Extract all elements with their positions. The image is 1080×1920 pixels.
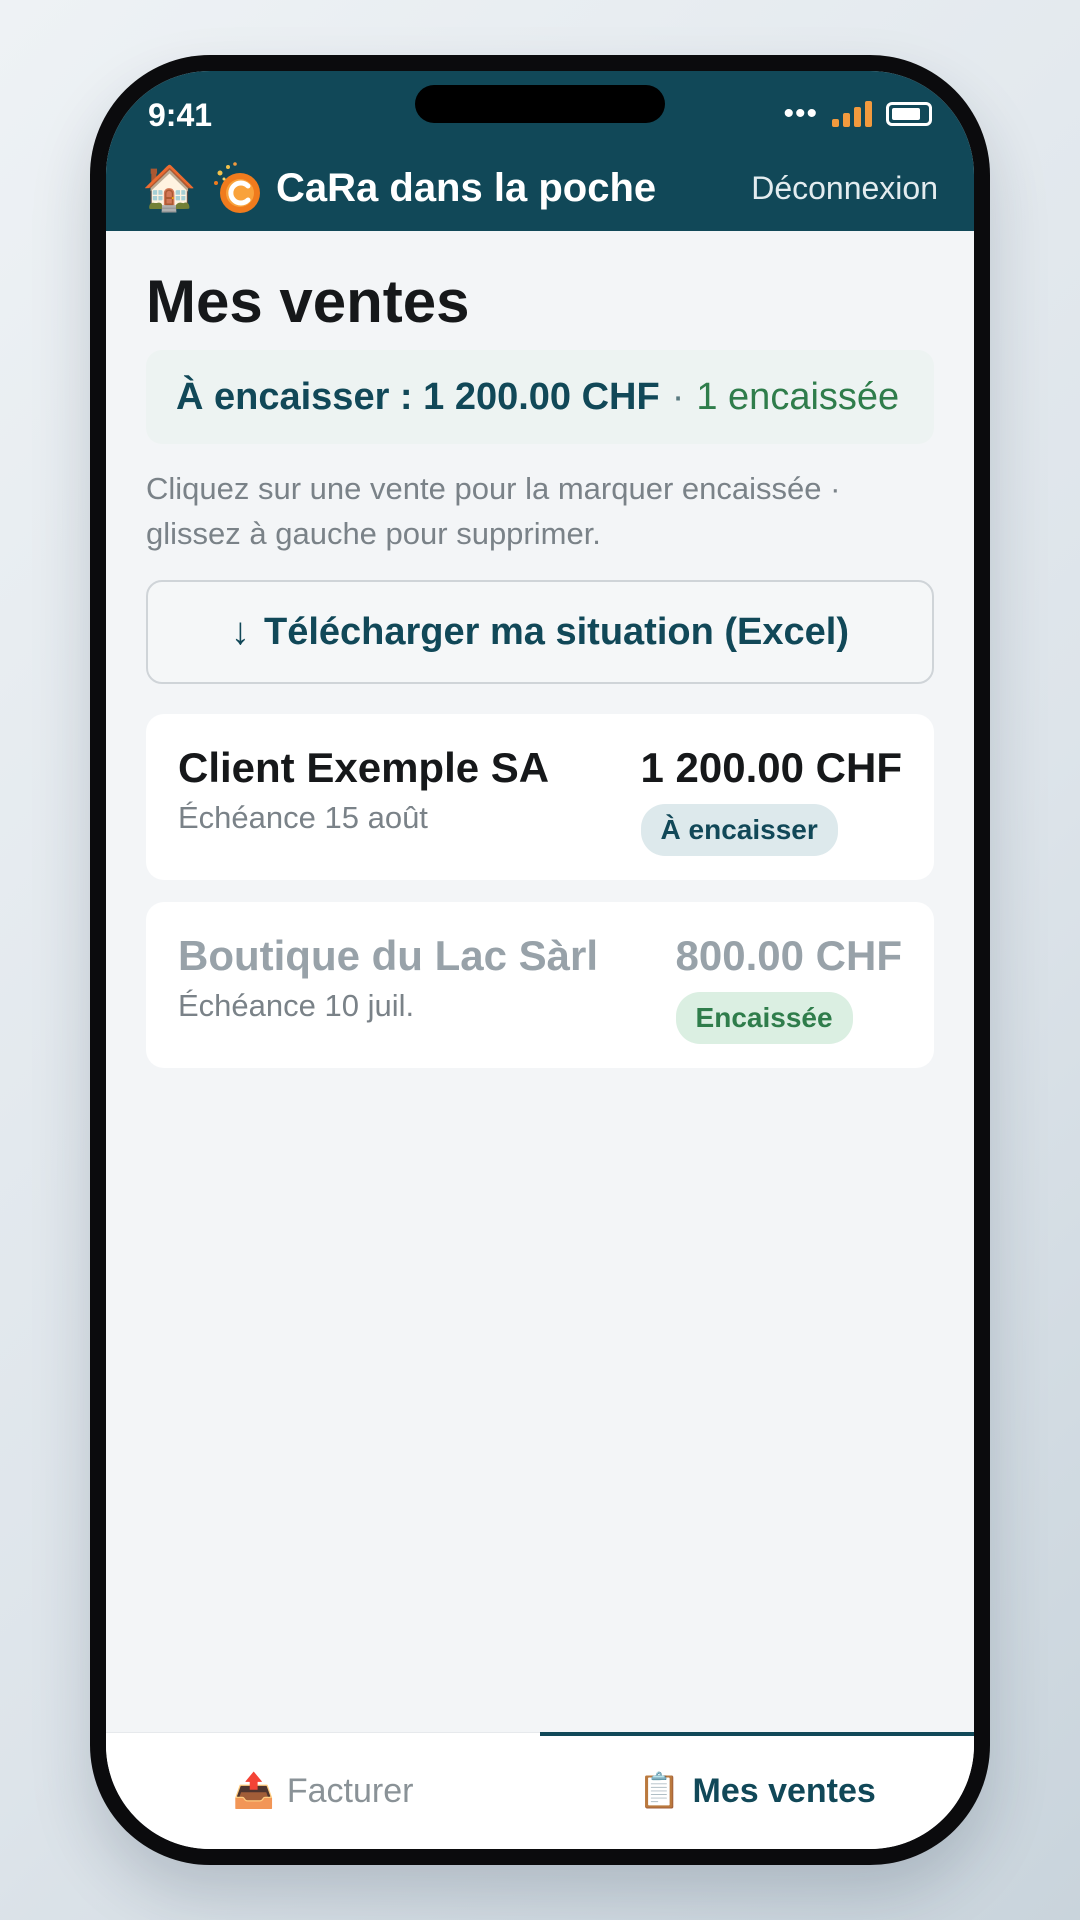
tab-mes-ventes[interactable]: 📋 Mes ventes <box>540 1732 974 1849</box>
tab-label: Mes ventes <box>692 1771 876 1810</box>
phone-frame: 9:41 ••• 🏠 CaRa dans la poche Déconnexio… <box>90 55 990 1865</box>
sale-card[interactable]: Client Exemple SA Échéance 15 août 1 200… <box>146 714 934 880</box>
dynamic-island <box>415 85 665 123</box>
instructions-text: Cliquez sur une vente pour la marquer en… <box>146 471 841 551</box>
top-bar: 9:41 ••• 🏠 CaRa dans la poche Déconnexio… <box>106 71 974 231</box>
clipboard-icon: 📋 <box>638 1772 681 1810</box>
battery-icon <box>886 102 932 126</box>
logout-link[interactable]: Déconnexion <box>751 170 938 207</box>
screen: 9:41 ••• 🏠 CaRa dans la poche Déconnexio… <box>106 71 974 1849</box>
sale-client: Client Exemple SA <box>178 744 550 791</box>
summary-to-collect: À encaisser : 1 200.00 CHF <box>176 375 660 418</box>
signal-icon <box>832 101 872 127</box>
sale-due-date: Échéance 15 août <box>178 800 428 835</box>
sale-amount: 1 200.00 CHF <box>640 744 902 791</box>
sale-amount: 800.00 CHF <box>675 932 902 979</box>
cara-logo-icon <box>208 159 266 217</box>
status-badge: À encaisser <box>640 804 838 856</box>
summary-collected: 1 encaissée <box>696 375 900 418</box>
sale-amount-block: 800.00 CHF Encaissée <box>675 932 902 1044</box>
sale-due-date: Échéance 10 juil. <box>178 988 415 1023</box>
app-header: 🏠 CaRa dans la poche Déconnexion <box>142 153 938 223</box>
home-icon[interactable]: 🏠 <box>142 162 198 214</box>
sale-card[interactable]: Boutique du Lac Sàrl Échéance 10 juil. 8… <box>146 902 934 1068</box>
download-label: Télécharger ma situation (Excel) <box>264 610 849 653</box>
more-dots-icon: ••• <box>783 97 818 130</box>
app-title: CaRa dans la poche <box>276 165 657 210</box>
main-content: Mes ventes À encaisser : 1 200.00 CHF · … <box>146 231 934 1068</box>
tab-label: Facturer <box>286 1771 414 1810</box>
status-icons: ••• <box>783 97 932 130</box>
download-excel-button[interactable]: ↓ Télécharger ma situation (Excel) <box>146 580 934 684</box>
bottom-tab-bar: 📤 Facturer 📋 Mes ventes <box>106 1732 974 1849</box>
collection-summary: À encaisser : 1 200.00 CHF · 1 encaissée <box>146 350 934 444</box>
summary-separator: · <box>671 375 685 418</box>
tab-facturer[interactable]: 📤 Facturer <box>106 1733 540 1849</box>
download-arrow-icon: ↓ <box>231 610 250 653</box>
outbox-icon: 📤 <box>232 1772 275 1810</box>
status-time: 9:41 <box>148 97 213 133</box>
status-badge: Encaissée <box>675 992 853 1044</box>
sale-client: Boutique du Lac Sàrl <box>178 932 599 979</box>
page-title: Mes ventes <box>146 268 470 335</box>
sale-amount-block: 1 200.00 CHF À encaisser <box>640 744 902 856</box>
